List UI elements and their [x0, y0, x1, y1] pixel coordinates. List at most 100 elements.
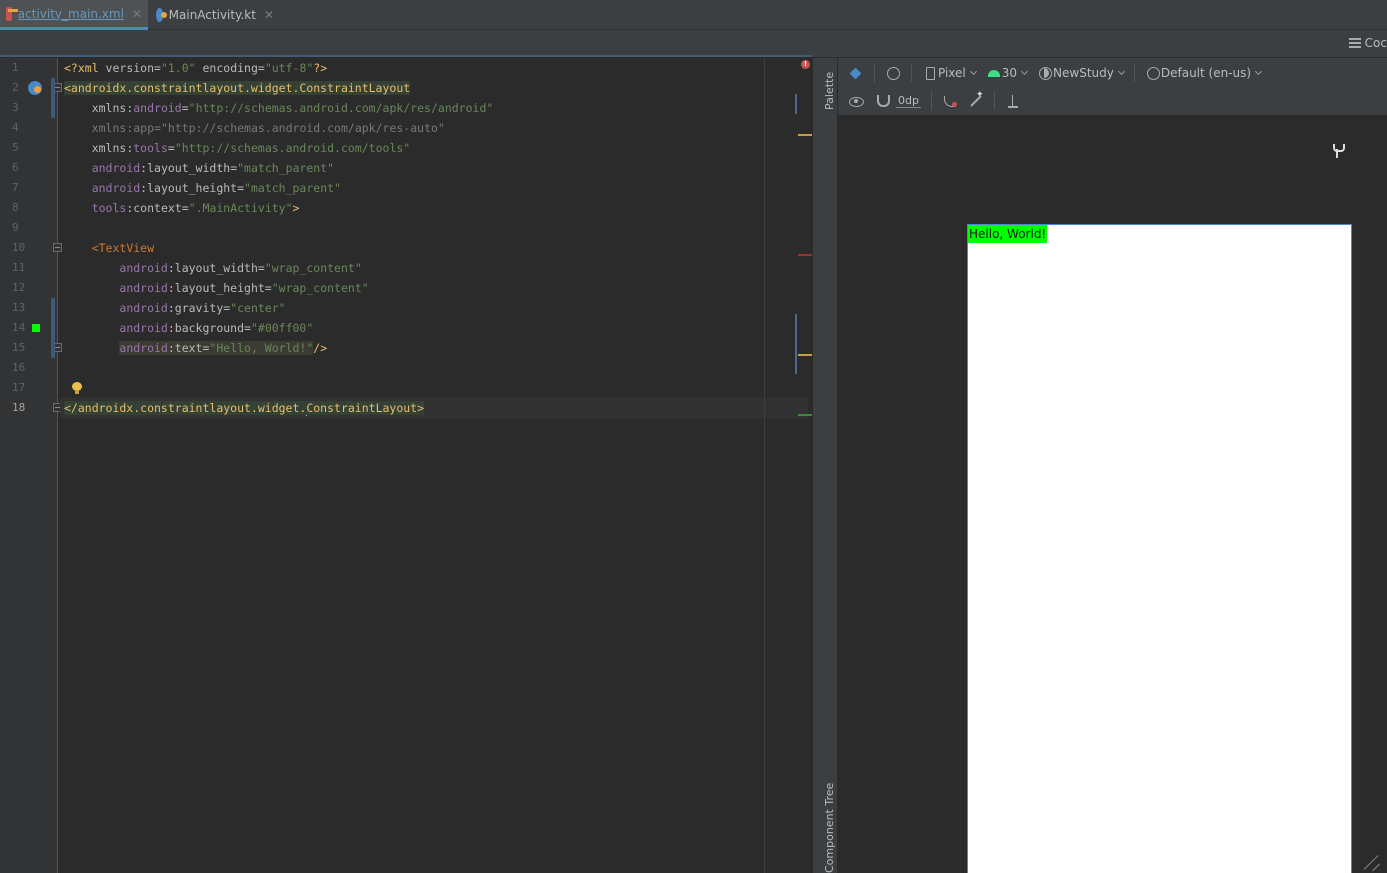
- code-token: version: [105, 61, 155, 75]
- guidelines-button[interactable]: [1005, 93, 1021, 109]
- editor-gutter: 1 2 3 4 5 6 7 8 9 10 11 12 13 14 15 16 1…: [0, 58, 62, 873]
- api-level-selector[interactable]: 30: [986, 65, 1029, 81]
- code-token: :layout_width: [140, 161, 231, 175]
- code-view-icon: [1348, 38, 1361, 48]
- infer-constraints-button[interactable]: [968, 90, 984, 109]
- code-token: <androidx.constraintlayout.widget.Constr…: [64, 81, 411, 95]
- guideline-icon: [1005, 93, 1021, 109]
- code-line: xmlns:tools="http://schemas.android.com/…: [64, 138, 764, 158]
- code-token: android: [119, 321, 168, 335]
- line-number: 12: [12, 281, 26, 294]
- clear-constraints-icon: [942, 93, 958, 109]
- code-token: =: [237, 181, 245, 195]
- wrench-icon[interactable]: [1332, 144, 1345, 158]
- theme-label: NewStudy: [1053, 65, 1114, 80]
- code-token: :layout_height: [167, 281, 265, 295]
- change-marker[interactable]: [798, 414, 812, 416]
- code-token: :text: [167, 341, 203, 355]
- locale-selector[interactable]: Default (en-us): [1145, 65, 1263, 81]
- orientation-button[interactable]: [885, 65, 901, 81]
- fold-marker-icon[interactable]: [53, 243, 62, 252]
- device-selector[interactable]: Pixel: [922, 65, 977, 81]
- code-token: =: [181, 201, 189, 215]
- component-tree-label: Component Tree: [823, 782, 836, 873]
- palette-label: Palette: [823, 71, 836, 110]
- view-options-button[interactable]: [848, 93, 864, 109]
- code-token: =: [257, 261, 265, 275]
- code-token: "match_parent": [237, 161, 335, 175]
- code-line: android:layout_width="wrap_content": [64, 258, 764, 278]
- line-number: 5: [12, 141, 19, 154]
- theme-selector[interactable]: NewStudy: [1037, 65, 1125, 81]
- line-number: 11: [12, 261, 26, 274]
- preview-textview[interactable]: Hello, World!: [968, 225, 1048, 243]
- code-token: ?>: [313, 61, 328, 75]
- code-token: =: [181, 101, 189, 115]
- palette-tab[interactable]: Palette: [823, 72, 836, 110]
- code-token: android: [91, 161, 141, 175]
- code-token: :layout_height: [140, 181, 238, 195]
- code-token: "#00ff00": [250, 321, 314, 335]
- code-token: =: [167, 141, 175, 155]
- device-preview[interactable]: Hello, World!: [967, 224, 1352, 873]
- code-text[interactable]: <?xml version="1.0" encoding="utf-8"?> <…: [60, 58, 808, 418]
- theme-icon: [1037, 65, 1053, 81]
- code-token: :layout_width: [167, 261, 258, 275]
- code-line: android:layout_width="match_parent": [64, 158, 764, 178]
- autoconnect-toggle[interactable]: [874, 93, 890, 109]
- code-token: "Hello, World!": [209, 341, 314, 355]
- locale-label: Default (en-us): [1160, 65, 1252, 80]
- code-token: "center": [230, 301, 286, 315]
- line-number: 16: [12, 361, 26, 374]
- code-token: >: [292, 201, 300, 215]
- color-swatch-icon[interactable]: [32, 324, 40, 332]
- error-marker[interactable]: [798, 254, 812, 256]
- clear-constraints-button[interactable]: [942, 93, 958, 109]
- close-icon[interactable]: ✕: [132, 7, 142, 21]
- layout-preview-icon[interactable]: [28, 81, 42, 95]
- design-canvas[interactable]: Hello, World!: [838, 116, 1387, 873]
- line-number: 9: [12, 221, 19, 234]
- design-surface-button[interactable]: [848, 65, 864, 81]
- code-token: xmlns:: [91, 101, 134, 115]
- scroll-marker: [795, 314, 797, 374]
- design-secondary-toolbar: 0dp: [838, 87, 1387, 116]
- error-indicator-icon[interactable]: !: [801, 60, 810, 69]
- lightbulb-icon[interactable]: [72, 382, 82, 394]
- line-number: 17: [12, 381, 26, 394]
- code-line: android:gravity="center": [64, 298, 764, 318]
- tab-label: MainActivity.kt: [168, 8, 256, 22]
- line-number: 14: [12, 321, 26, 334]
- line-number: 7: [12, 181, 19, 194]
- code-editor[interactable]: 1 2 3 4 5 6 7 8 9 10 11 12 13 14 15 16 1…: [0, 58, 812, 873]
- close-icon[interactable]: ✕: [264, 8, 274, 22]
- api-label: 30: [1001, 65, 1018, 80]
- editor-mode-bar: Coc: [0, 30, 1387, 58]
- tab-activity-main-xml[interactable]: activity_main.xml ✕: [0, 0, 148, 30]
- code-token: xmlns:: [91, 141, 134, 155]
- resize-grip-icon[interactable]: [1365, 853, 1381, 869]
- toolbar-separator: [993, 92, 995, 110]
- magic-wand-icon: [968, 90, 984, 109]
- change-indicator: [51, 298, 55, 358]
- code-line: tools:context=".MainActivity">: [64, 198, 764, 218]
- default-margin-field[interactable]: 0dp: [896, 94, 921, 108]
- code-token: encoding: [195, 61, 258, 75]
- code-token: =: [264, 281, 272, 295]
- warning-marker[interactable]: [798, 134, 812, 136]
- code-token: tools: [91, 201, 127, 215]
- line-number: 3: [12, 101, 19, 114]
- line-number: 13: [12, 301, 26, 314]
- code-token: ConstraintLayout>: [306, 401, 425, 415]
- toolbar-separator: [930, 92, 932, 110]
- tab-main-activity-kt[interactable]: MainActivity.kt ✕: [150, 0, 280, 30]
- code-token: android: [119, 261, 168, 275]
- right-margin-guide: [764, 58, 765, 873]
- chevron-down-icon: [969, 67, 977, 75]
- warning-marker[interactable]: [798, 354, 812, 356]
- code-token: android: [119, 341, 168, 355]
- component-tree-tab[interactable]: Component Tree: [823, 783, 836, 873]
- code-view-button[interactable]: Coc: [1348, 36, 1387, 50]
- magnet-icon: [874, 93, 890, 109]
